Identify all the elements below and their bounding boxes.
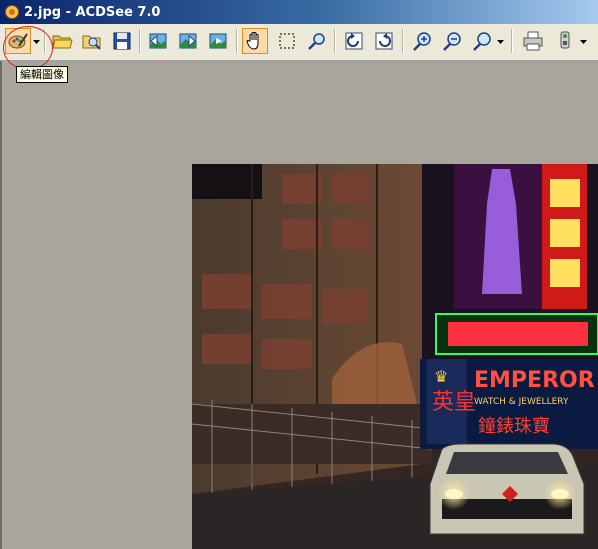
save-icon (113, 32, 131, 50)
save-button[interactable] (109, 28, 135, 54)
zoom-out-button[interactable] (439, 28, 465, 54)
image-viewport[interactable]: ♛ 英皇 EMPEROR WATCH & JEWELLERY 鐘錶珠寶 (192, 164, 598, 549)
previous-image-button[interactable] (145, 28, 171, 54)
open-folder-icon (52, 35, 73, 49)
browse-button[interactable] (79, 28, 105, 54)
emperor-subtext: WATCH & JEWELLERY (474, 397, 569, 407)
hand-tool-button[interactable] (242, 28, 268, 54)
rotate-left-button[interactable] (341, 28, 367, 54)
hand-tool-icon (246, 32, 259, 50)
chevron-down-icon (497, 40, 504, 44)
print-button[interactable] (520, 28, 546, 54)
next-image-button[interactable] (175, 28, 201, 54)
open-button[interactable] (49, 28, 75, 54)
highlight-circle (3, 26, 53, 70)
chinese-sign: 英皇 (432, 390, 476, 415)
zoom-out-icon (443, 32, 461, 51)
select-tool-button[interactable] (274, 28, 300, 54)
previous-image-icon (149, 33, 167, 49)
chevron-down-icon (580, 40, 587, 44)
zoom-in-button[interactable] (409, 28, 435, 54)
rotate-left-icon (345, 32, 363, 50)
acquire-menu-arrow[interactable] (580, 37, 587, 47)
acquire-icon (560, 31, 570, 49)
rotate-right-button[interactable] (371, 28, 397, 54)
next-image-icon (179, 33, 197, 49)
chinese-sign-2: 鐘錶珠寶 (478, 416, 550, 437)
zoom-in-icon (413, 32, 431, 51)
acquire-button[interactable] (552, 28, 578, 54)
window-title: 2.jpg - ACDSee 7.0 (24, 4, 161, 20)
emperor-sign: EMPEROR (474, 368, 595, 393)
zoom-menu-arrow[interactable] (497, 37, 504, 47)
tooltip: 編輯圖像 (16, 66, 68, 83)
crown-symbol: ♛ (434, 367, 448, 386)
select-tool-icon (279, 33, 295, 49)
auto-advance-button[interactable] (205, 28, 231, 54)
auto-advance-icon (209, 33, 227, 49)
toolbar (0, 24, 598, 61)
browse-icon (82, 35, 101, 50)
zoom-tool-icon (308, 33, 325, 50)
title-bar[interactable]: 2.jpg - ACDSee 7.0 (0, 0, 598, 24)
rotate-right-icon (375, 32, 393, 50)
app-icon (4, 4, 20, 20)
displayed-photo: ♛ 英皇 EMPEROR WATCH & JEWELLERY 鐘錶珠寶 (192, 164, 598, 549)
print-icon (523, 31, 543, 51)
zoom-menu-icon (473, 32, 491, 51)
zoom-tool-button[interactable] (304, 28, 330, 54)
zoom-menu-button[interactable] (469, 28, 495, 54)
left-border (0, 61, 2, 549)
